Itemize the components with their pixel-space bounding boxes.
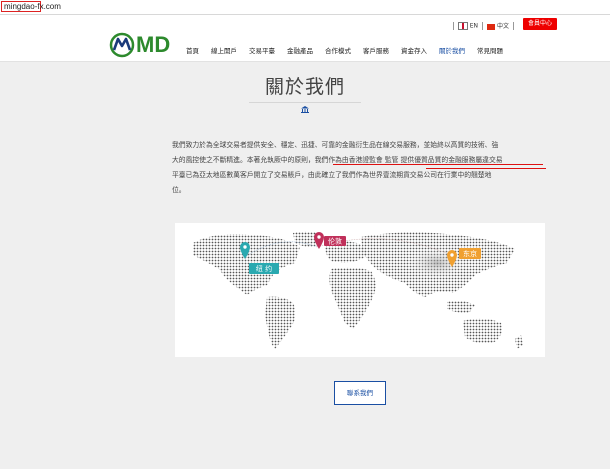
nav-item-3[interactable]: 金融產品 — [287, 45, 313, 55]
nav-item-4[interactable]: 合作模式 — [325, 45, 351, 55]
paragraph-line: 我們致力於為全球交易者提供安全、穩定、迅捷、可靠的金融衍生品在線交易服務，並始終… — [172, 141, 499, 149]
main-navigation: 首頁 線上開戶 交易平臺 金融產品 合作模式 客戶服務 資金存入 關於我們 常見問題 — [186, 45, 515, 55]
lang-en-link[interactable]: EN — [457, 21, 478, 30]
nav-item-6[interactable]: 資金存入 — [401, 45, 427, 55]
nav-item-8[interactable]: 常見問題 — [477, 45, 503, 55]
divider — [481, 21, 483, 30]
nav-item-1[interactable]: 線上開戶 — [211, 45, 237, 55]
uk-flag-icon — [457, 21, 468, 30]
url-text: mingdao-fx.com — [4, 2, 61, 11]
cn-flag-icon — [486, 23, 495, 30]
lang-zh-label: 中文 — [496, 23, 509, 30]
contact-us-button[interactable]: 聯系我們 — [334, 381, 386, 405]
lang-zh-link[interactable]: 中文 — [486, 21, 509, 30]
nav-item-7[interactable]: 關於我們 — [439, 45, 465, 55]
title-divider — [249, 102, 361, 103]
paragraph-line: 大的風控使之不斷精進。本著允執厥中的原則，我們作為由香港證監會 監管 提供優質品… — [172, 156, 503, 164]
bank-icon — [301, 106, 309, 113]
london-label: 伦敦 — [328, 237, 342, 246]
logo-text: MD — [136, 32, 171, 57]
nav-item-0[interactable]: 首頁 — [186, 45, 199, 55]
newyork-label: 纽 约 — [256, 264, 272, 273]
london-pin-icon — [314, 232, 324, 249]
member-center-button[interactable]: 會員中心 — [523, 18, 557, 30]
divider — [513, 21, 514, 30]
paragraph-line: 平臺已為亞太地區數萬客戶開立了交易賬戶，由此確立了我們作為世界壹流期貨交易公司在… — [172, 171, 492, 179]
site-header: EN 中文 會員中心 MD 首頁 線上開戶 交易平臺 金融產品 合作模式 客戶服務 資金存入… — [0, 15, 610, 62]
paragraph-line: 位。 — [172, 186, 186, 194]
tokyo-label: 东京 — [463, 249, 477, 258]
world-map: 伦敦 纽 约 东京 — [193, 231, 523, 349]
page-title: 關於我們 — [264, 76, 345, 98]
lang-en-label: EN — [469, 22, 478, 29]
nav-item-2[interactable]: 交易平臺 — [249, 45, 275, 55]
nav-item-5[interactable]: 客戶服務 — [363, 45, 389, 55]
address-bar[interactable]: mingdao-fx.com — [0, 0, 610, 15]
red-underline-annotation — [426, 168, 546, 170]
divider — [452, 21, 454, 30]
world-map-image: 伦敦 纽 约 东京 — [175, 223, 545, 357]
red-underline-annotation — [333, 164, 543, 166]
